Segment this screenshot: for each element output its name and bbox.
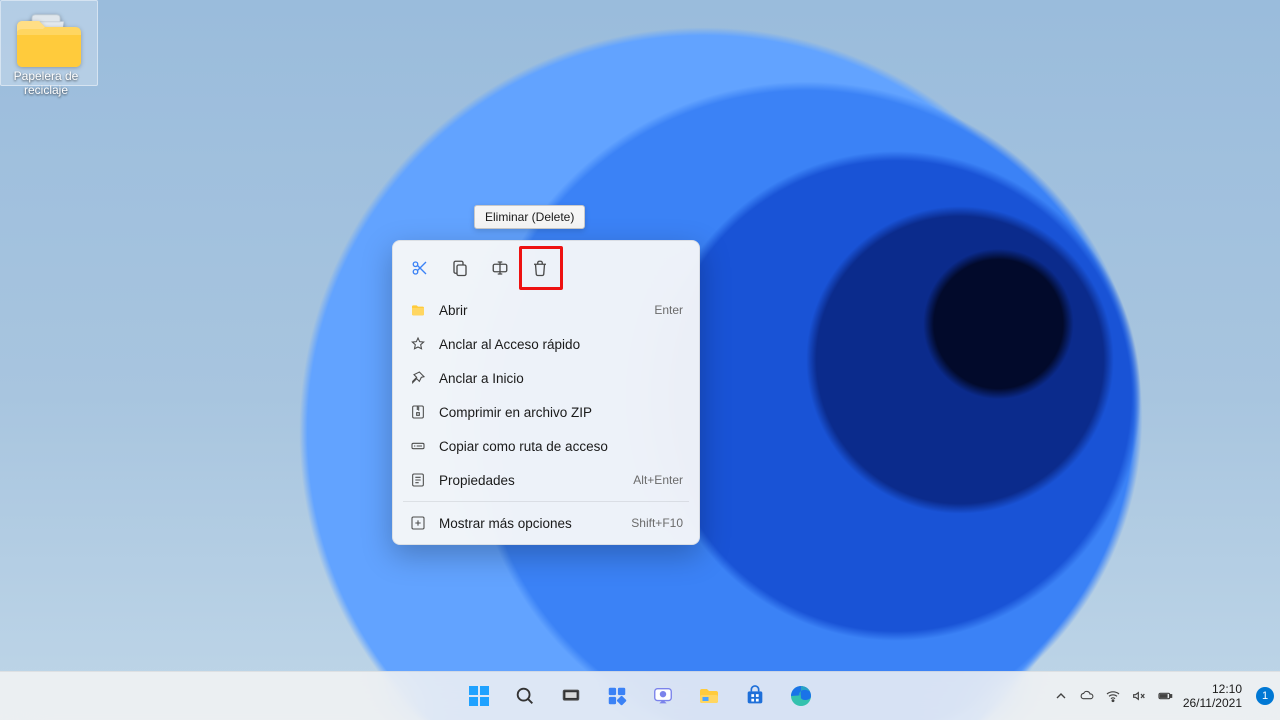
- context-menu-top-row: [399, 247, 693, 293]
- menu-item-label: Anclar a Inicio: [439, 371, 671, 386]
- chat-icon: [652, 685, 674, 707]
- rename-button[interactable]: [483, 251, 517, 285]
- search-icon: [514, 685, 536, 707]
- widgets-icon: [606, 685, 628, 707]
- microsoft-store-button[interactable]: [735, 676, 775, 716]
- menu-item-label: Comprimir en archivo ZIP: [439, 405, 671, 420]
- star-icon: [409, 335, 427, 353]
- file-explorer-icon: [697, 684, 721, 708]
- taskbar: 12:10 26/11/2021 1: [0, 671, 1280, 720]
- store-icon: [744, 685, 766, 707]
- menu-item-shortcut: Alt+Enter: [633, 473, 683, 487]
- search-button[interactable]: [505, 676, 545, 716]
- edge-button[interactable]: [781, 676, 821, 716]
- recycle-bin-label: Papelera de reciclaje: [6, 69, 86, 97]
- path-icon: [409, 437, 427, 455]
- taskbar-clock[interactable]: 12:10 26/11/2021: [1183, 682, 1242, 710]
- menu-separator: [403, 501, 689, 502]
- menu-item-label: Anclar al Acceso rápido: [439, 337, 671, 352]
- taskbar-right: 12:10 26/11/2021 1: [1053, 672, 1274, 720]
- menu-item-label: Mostrar más opciones: [439, 516, 619, 531]
- delete-button[interactable]: [523, 251, 557, 285]
- onedrive-icon: [1079, 688, 1095, 704]
- pin-icon: [409, 369, 427, 387]
- file-explorer-button[interactable]: [689, 676, 729, 716]
- cut-button[interactable]: [403, 251, 437, 285]
- notification-count: 1: [1262, 690, 1268, 702]
- menu-item-label: Copiar como ruta de acceso: [439, 439, 671, 454]
- delete-tooltip: Eliminar (Delete): [474, 205, 585, 229]
- menu-item-pin-quick-access[interactable]: Anclar al Acceso rápido: [399, 327, 693, 361]
- folder-glyph: [13, 15, 85, 71]
- task-view-icon: [560, 685, 582, 707]
- edge-icon: [789, 684, 813, 708]
- folder-icon: [409, 301, 427, 319]
- tooltip-text: Eliminar (Delete): [485, 210, 574, 224]
- copy-button[interactable]: [443, 251, 477, 285]
- battery-icon: [1157, 688, 1173, 704]
- chat-button[interactable]: [643, 676, 683, 716]
- clock-time: 12:10: [1183, 682, 1242, 696]
- windows-logo-icon: [467, 684, 491, 708]
- context-menu: Abrir Enter Anclar al Acceso rápido Ancl…: [392, 240, 700, 545]
- scissors-icon: [411, 259, 429, 277]
- more-options-icon: [409, 514, 427, 532]
- volume-mute-icon: [1131, 688, 1147, 704]
- menu-item-compress-zip[interactable]: Comprimir en archivo ZIP: [399, 395, 693, 429]
- properties-icon: [409, 471, 427, 489]
- wifi-icon: [1105, 688, 1121, 704]
- taskbar-center: [459, 676, 821, 716]
- menu-item-properties[interactable]: Propiedades Alt+Enter: [399, 463, 693, 497]
- system-tray[interactable]: [1053, 688, 1173, 704]
- menu-item-shortcut: Shift+F10: [631, 516, 683, 530]
- chevron-up-icon: [1053, 688, 1069, 704]
- task-view-button[interactable]: [551, 676, 591, 716]
- menu-item-copy-as-path[interactable]: Copiar como ruta de acceso: [399, 429, 693, 463]
- menu-item-label: Abrir: [439, 303, 642, 318]
- menu-item-pin-start[interactable]: Anclar a Inicio: [399, 361, 693, 395]
- desktop[interactable]: Papelera de reciclaje Eliminar (Delete): [0, 0, 1280, 720]
- menu-item-shortcut: Enter: [654, 303, 683, 317]
- widgets-button[interactable]: [597, 676, 637, 716]
- notification-badge[interactable]: 1: [1256, 687, 1274, 705]
- copy-icon: [451, 259, 469, 277]
- rename-icon: [491, 259, 509, 277]
- clock-date: 26/11/2021: [1183, 696, 1242, 710]
- menu-item-show-more-options[interactable]: Mostrar más opciones Shift+F10: [399, 506, 693, 540]
- zip-icon: [409, 403, 427, 421]
- trash-icon: [531, 259, 549, 277]
- menu-item-open[interactable]: Abrir Enter: [399, 293, 693, 327]
- start-button[interactable]: [459, 676, 499, 716]
- menu-item-label: Propiedades: [439, 473, 621, 488]
